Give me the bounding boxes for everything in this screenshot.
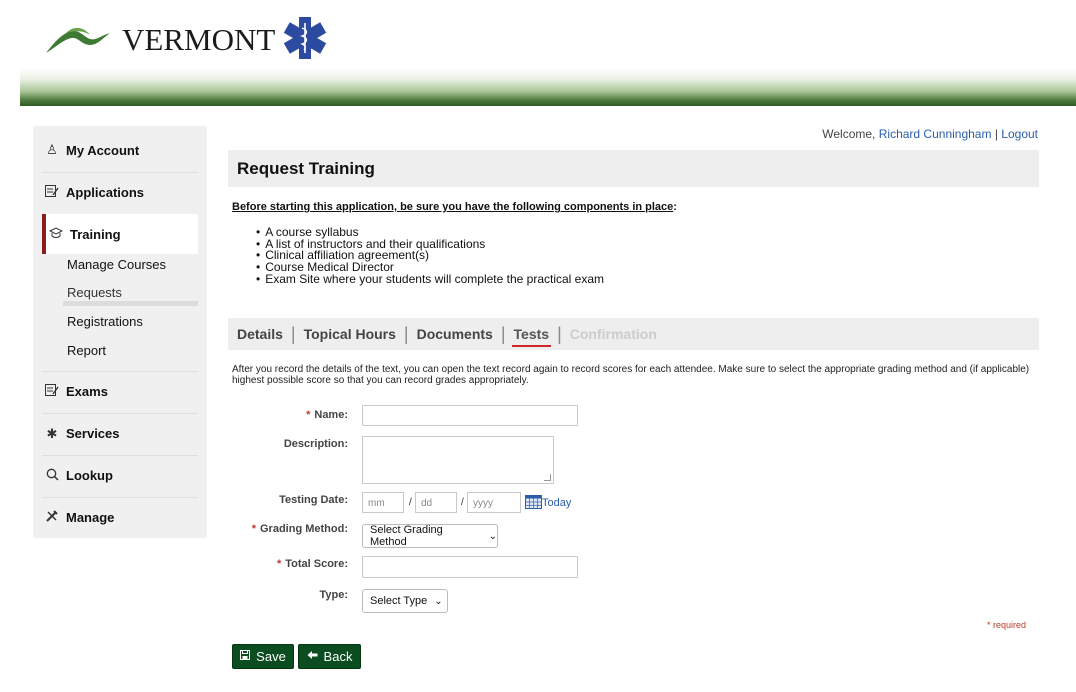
sidebar-item-label: My Account	[66, 142, 140, 158]
save-button[interactable]: Save	[232, 644, 294, 669]
graduation-cap-icon	[48, 226, 64, 242]
page-title-bar: Request Training	[228, 150, 1039, 187]
sidebar-subitem-requests[interactable]: Requests	[67, 285, 122, 300]
testing-date-label: Testing Date:	[279, 494, 348, 506]
sidebar-item-label: Applications	[66, 185, 145, 200]
tab-documents[interactable]: Documents	[417, 326, 493, 342]
date-year-input[interactable]: yyyy	[467, 492, 521, 513]
sidebar-item-lookup[interactable]: Lookup	[42, 455, 198, 495]
name-input[interactable]	[362, 405, 578, 426]
grading-method-label-text: Grading Method:	[260, 523, 348, 535]
tab-separator: |	[500, 323, 506, 344]
required-asterisk: *	[306, 409, 311, 421]
sidebar-subitem-manage-courses[interactable]: Manage Courses	[67, 257, 166, 272]
sidebar-nav: ♙ My Account Applications Training Manag…	[33, 126, 207, 538]
sidebar-item-label: Exams	[66, 384, 108, 399]
back-button[interactable]: Back	[298, 644, 361, 669]
logo-wordmark: VERMONT	[122, 22, 276, 57]
description-textarea[interactable]	[362, 436, 554, 484]
tests-instructions: After you record the details of the text…	[232, 364, 1030, 386]
required-asterisk: *	[276, 558, 282, 570]
date-month-input[interactable]: mm	[362, 492, 404, 513]
welcome-bar: Welcome, Richard Cunningham | Logout	[822, 127, 1038, 141]
active-subitem-indicator	[63, 301, 198, 306]
person-icon: ♙	[46, 142, 58, 157]
back-button-label: Back	[323, 649, 353, 664]
search-icon	[44, 468, 60, 484]
sidebar-item-label: Training	[70, 226, 121, 242]
today-link[interactable]: Today	[542, 497, 571, 509]
type-label: Type:	[319, 589, 348, 601]
save-button-label: Save	[256, 649, 286, 664]
tab-confirmation: Confirmation	[569, 326, 657, 342]
total-score-label: * Total Score:	[228, 558, 348, 570]
prerequisites-heading-colon: :	[673, 201, 677, 213]
arrow-left-icon	[307, 650, 318, 663]
sidebar-subitem-report[interactable]: Report	[67, 343, 106, 358]
name-label-text: Name:	[314, 409, 348, 421]
sidebar-item-label: Services	[66, 426, 120, 441]
sidebar-item-manage[interactable]: Manage	[42, 497, 198, 537]
sidebar-item-label: Lookup	[66, 468, 113, 483]
name-label: * Name:	[228, 409, 348, 421]
welcome-separator: |	[994, 127, 998, 141]
grading-method-label: * Grading Method:	[228, 523, 348, 535]
sidebar-item-label: Manage	[66, 510, 115, 525]
date-separator: /	[409, 497, 412, 508]
user-name-link[interactable]: Richard Cunningham	[879, 127, 992, 141]
prerequisites-heading-text: Before starting this application, be sur…	[232, 201, 674, 213]
prerequisites-heading: Before starting this application, be sur…	[232, 201, 677, 213]
required-asterisk: *	[251, 523, 256, 535]
tab-separator: |	[290, 323, 296, 344]
date-separator: /	[461, 497, 464, 508]
tab-details[interactable]: Details	[237, 326, 283, 342]
total-score-input[interactable]	[362, 556, 578, 578]
tab-tests[interactable]: Tests	[511, 326, 551, 347]
document-edit-icon	[44, 384, 60, 399]
tools-icon	[44, 509, 60, 526]
tab-topical-hours[interactable]: Topical Hours	[304, 326, 396, 342]
chevron-down-icon: ⌄	[488, 530, 497, 542]
sidebar-item-applications[interactable]: Applications	[42, 172, 198, 212]
sidebar-item-services[interactable]: ✱ Services	[42, 413, 198, 453]
document-edit-icon	[44, 185, 60, 200]
sidebar-item-exams[interactable]: Exams	[42, 371, 198, 411]
mountain-logo-icon	[46, 27, 110, 53]
star-of-life-icon	[284, 17, 327, 59]
floppy-disk-icon	[240, 650, 251, 663]
list-item: Exam Site where your students will compl…	[256, 273, 604, 286]
vermont-logo[interactable]: VERMONT	[44, 12, 327, 64]
total-score-label-text: Total Score:	[285, 558, 348, 570]
sidebar-item-training[interactable]: Training	[42, 214, 198, 254]
type-select[interactable]: Select Type ⌄	[362, 589, 448, 613]
welcome-prefix: Welcome,	[822, 127, 876, 141]
sidebar-item-my-account[interactable]: ♙ My Account	[42, 130, 198, 170]
description-label: Description:	[283, 438, 348, 450]
star-of-life-icon: ✱	[46, 425, 58, 441]
resize-handle-icon[interactable]	[544, 474, 551, 481]
grading-method-value: Select Grading Method	[370, 524, 443, 548]
required-note: * required	[987, 620, 1027, 630]
logout-link[interactable]: Logout	[1001, 127, 1038, 141]
calendar-icon[interactable]	[525, 495, 542, 509]
page-title: Request Training	[237, 158, 375, 178]
tab-separator: |	[403, 323, 409, 344]
header-banner	[20, 68, 1076, 106]
type-value: Select Type	[370, 595, 428, 607]
tab-separator: |	[557, 323, 562, 344]
components-list: A course syllabus A list of instructors …	[256, 226, 604, 286]
chevron-down-icon: ⌄	[434, 595, 443, 607]
date-day-input[interactable]: dd	[415, 492, 457, 513]
sidebar-subitem-registrations[interactable]: Registrations	[67, 314, 143, 329]
grading-method-select[interactable]: Select Grading Method ⌄	[362, 524, 498, 548]
wizard-tabs: Details | Topical Hours | Documents | Te…	[228, 318, 1039, 350]
